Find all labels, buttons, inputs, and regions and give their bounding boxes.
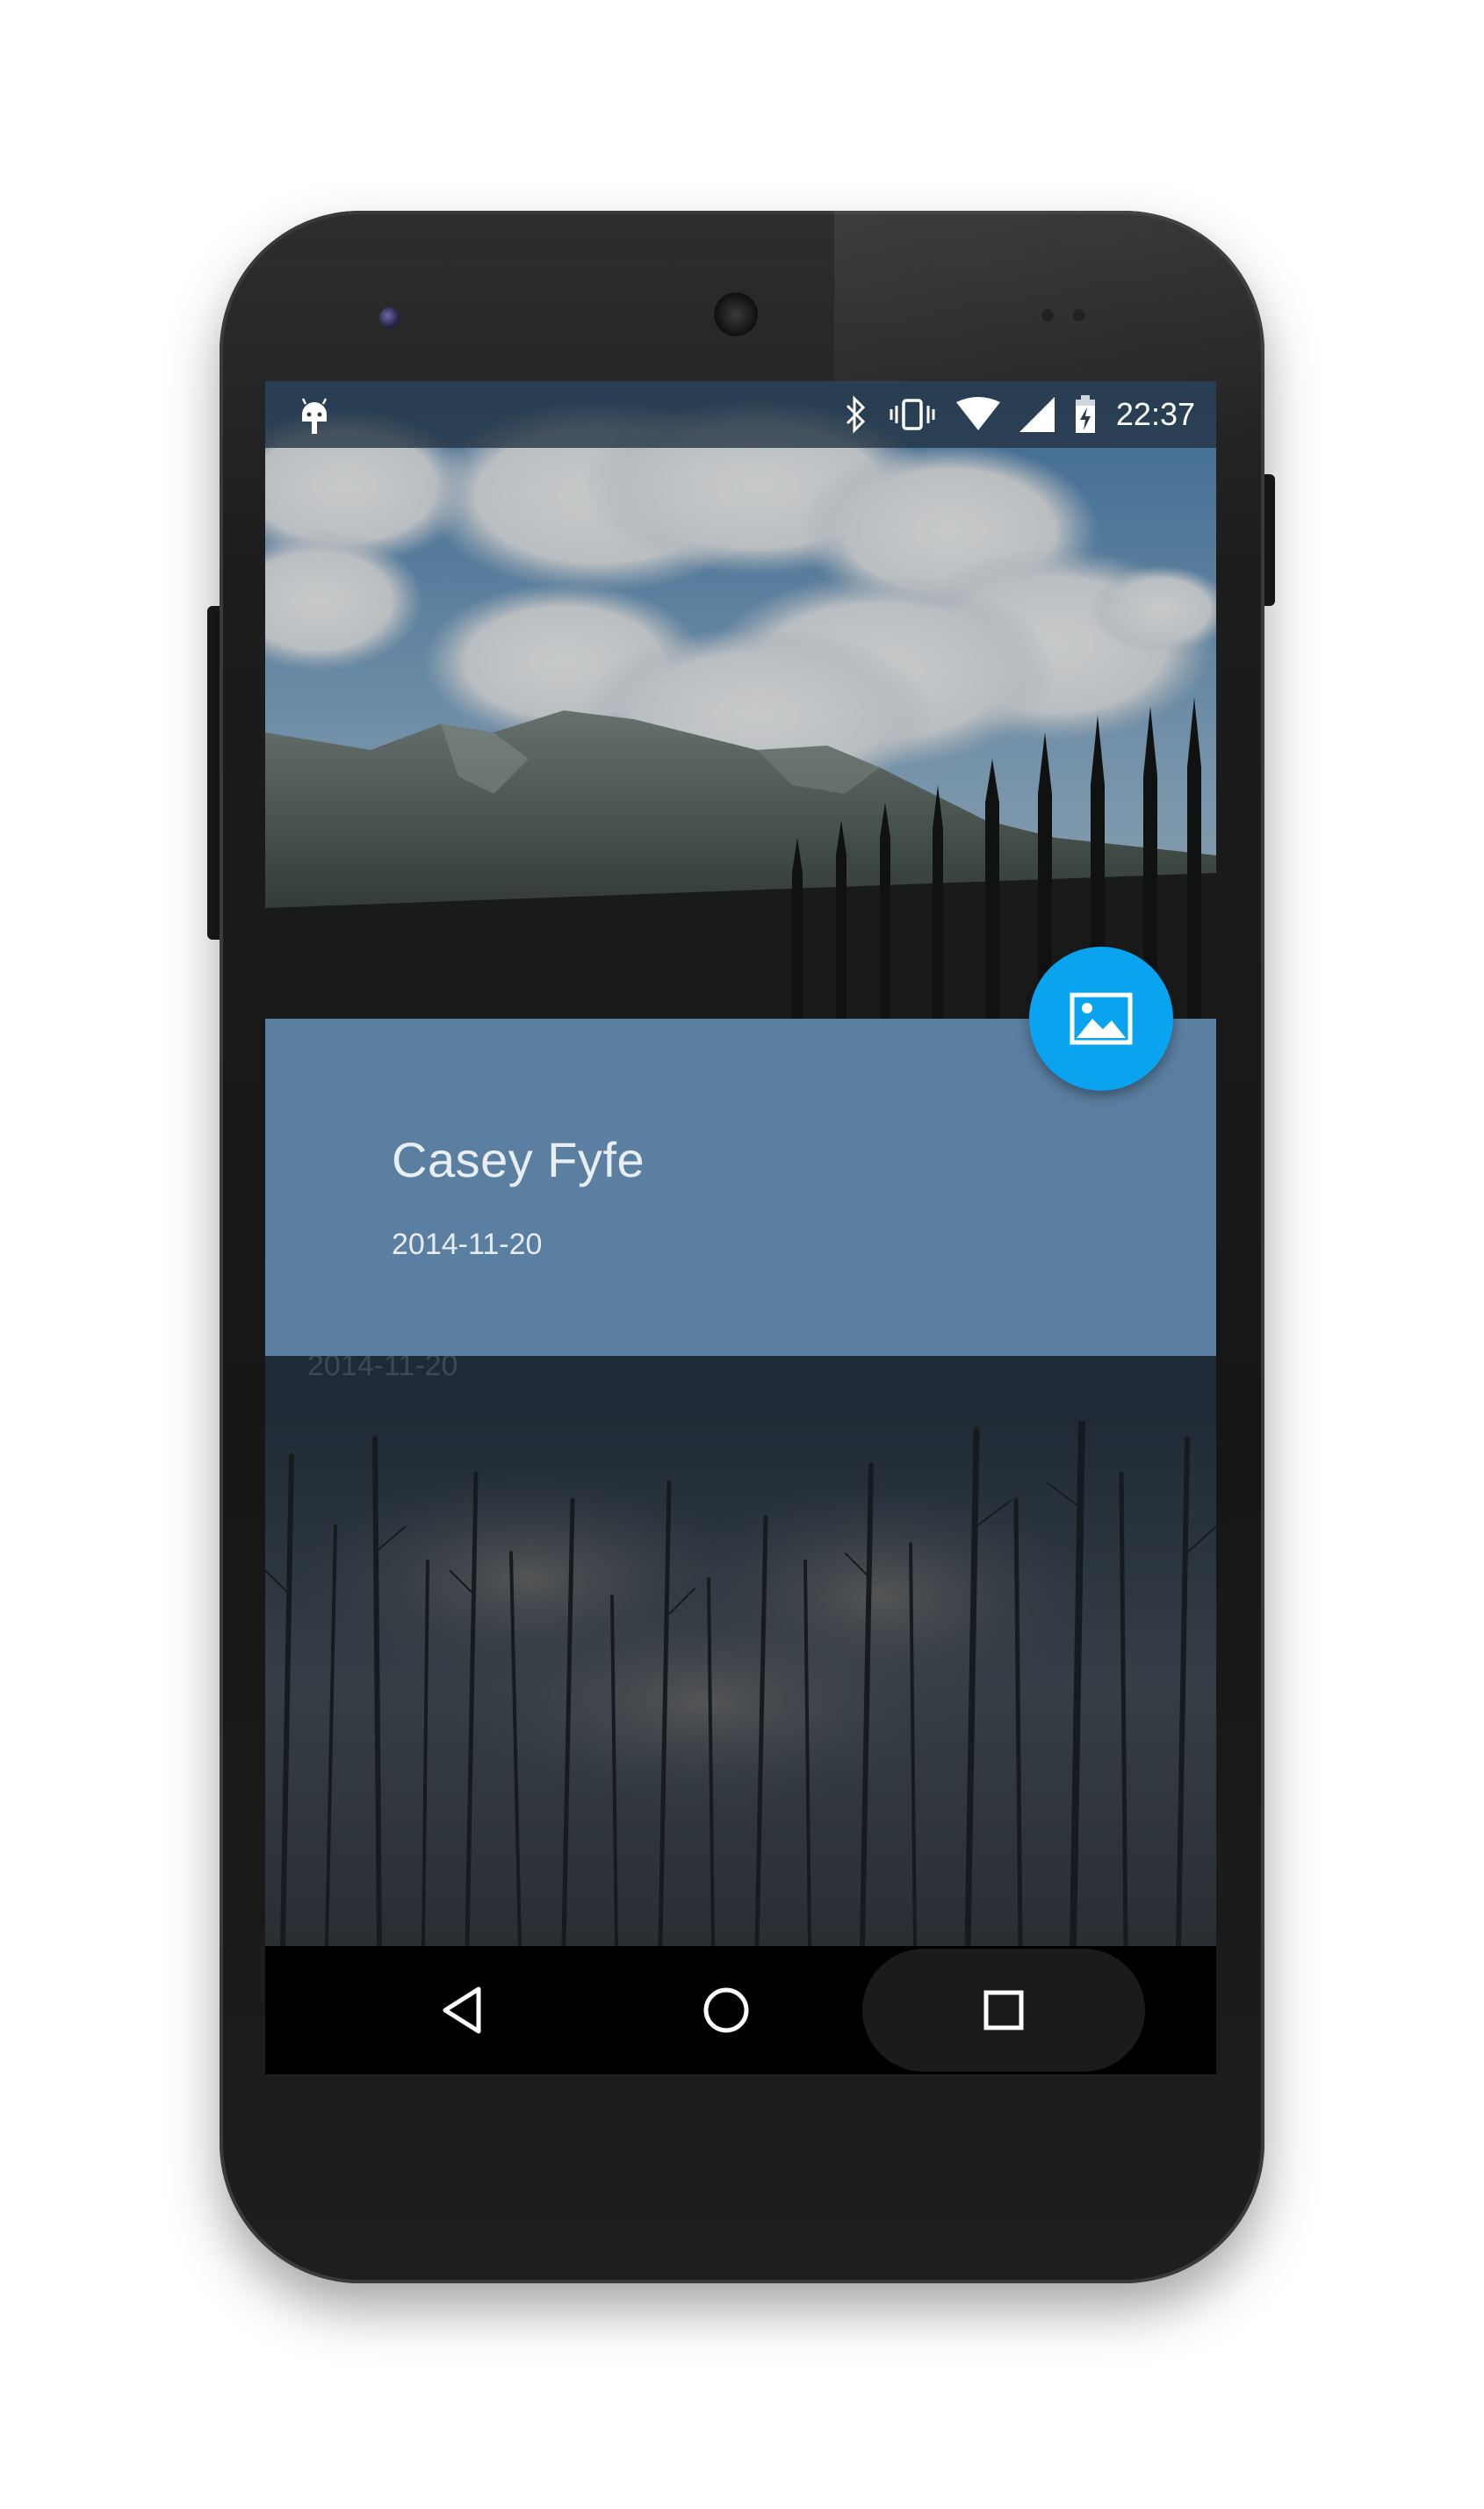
proximity-sensor	[1041, 309, 1054, 321]
forest-photo[interactable]	[265, 1421, 1216, 1946]
back-icon	[443, 1986, 481, 2034]
back-button[interactable]	[397, 1946, 529, 2074]
home-button[interactable]	[660, 1946, 792, 2074]
device-mockup: 22:37 Casey Fyfe 2014-11-20 2014-11-20	[0, 0, 1484, 2509]
wifi-icon	[955, 397, 1000, 432]
card-date: 2014-11-20	[392, 1228, 543, 1261]
battery-charging-icon	[1074, 395, 1097, 434]
light-sensor	[1073, 309, 1085, 321]
android-debug-icon	[301, 398, 328, 434]
screen: 22:37 Casey Fyfe 2014-11-20 2014-11-20	[265, 381, 1216, 2074]
cell-signal-icon	[1019, 397, 1055, 432]
navigation-bar	[265, 1946, 1216, 2074]
image-icon	[1070, 992, 1133, 1045]
card-title: Casey Fyfe	[392, 1132, 645, 1187]
status-bar: 22:37	[265, 381, 1216, 448]
power-button	[1264, 474, 1275, 606]
mountain-photo[interactable]	[265, 381, 1216, 1019]
image-fab-button[interactable]	[1029, 947, 1173, 1091]
bluetooth-icon	[844, 395, 868, 434]
status-time: 22:37	[1115, 396, 1195, 432]
home-icon	[703, 1987, 749, 2033]
volume-button	[207, 606, 220, 940]
earpiece-speaker	[711, 290, 760, 339]
list-item-footer: 2014-11-20	[265, 1349, 1216, 1421]
recents-icon	[983, 1990, 1024, 2030]
front-camera	[379, 307, 400, 328]
recents-button[interactable]	[862, 1949, 1145, 2072]
vibrate-icon	[888, 395, 937, 434]
